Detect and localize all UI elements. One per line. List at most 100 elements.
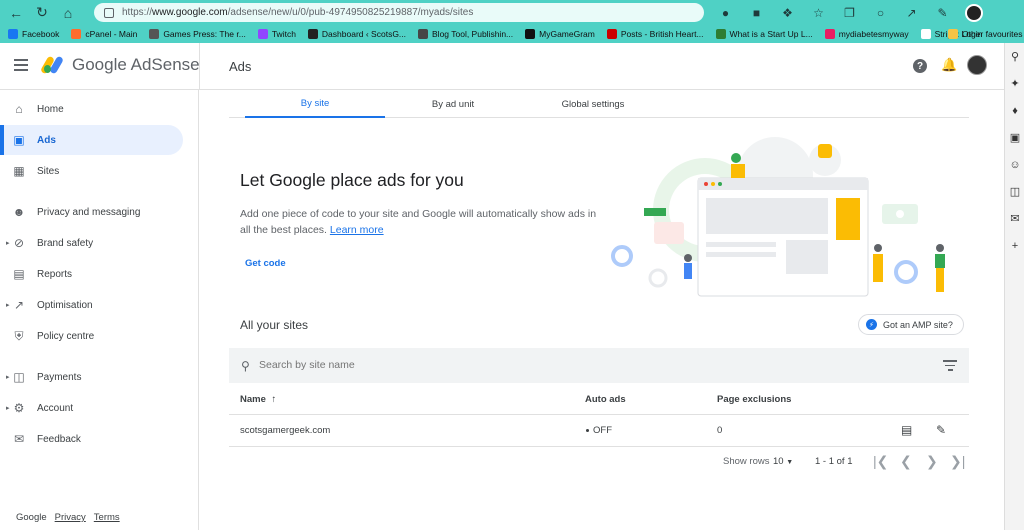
other-favourites[interactable]: Other favourites — [948, 29, 1022, 39]
extension-icon[interactable]: ■ — [747, 3, 766, 22]
people-icon[interactable]: ☺ — [1005, 151, 1024, 178]
edit-pencil-icon[interactable]: ✎ — [936, 423, 946, 437]
tab-by-site[interactable]: By site — [245, 90, 385, 118]
dropdown-arrow-icon: ▼ — [786, 459, 794, 466]
nav-item-policy[interactable]: ⛨ Policy centre — [0, 321, 183, 351]
help-icon[interactable]: ? — [913, 59, 927, 73]
site-name[interactable]: scotsgamergeek.com — [240, 425, 330, 436]
profile-icon[interactable] — [964, 3, 983, 22]
nav-label: Brand safety — [37, 237, 94, 249]
feedback-icon: ✉ — [13, 432, 25, 446]
app-header: Google AdSense Ads ? 🔔 — [0, 43, 1004, 90]
privacy-link[interactable]: Privacy — [55, 512, 86, 523]
amp-button-label: Got an AMP site? — [883, 319, 953, 330]
bookmark-item[interactable]: Posts - British Heart... — [606, 29, 704, 39]
previous-page-icon[interactable]: ❮ — [900, 453, 912, 470]
all-sites-heading: All your sites — [240, 318, 309, 332]
nav-item-reports[interactable]: ▤ Reports — [0, 259, 183, 289]
terms-link[interactable]: Terms — [94, 512, 120, 523]
bookmark-item[interactable]: Blog Tool, Publishin... — [418, 29, 513, 39]
bookmark-label: MyGameGram — [539, 29, 595, 39]
refresh-icon[interactable]: ↻ — [32, 3, 52, 23]
collections-icon[interactable]: ❐ — [840, 3, 859, 22]
adsense-logo-mark — [39, 55, 66, 75]
home-icon[interactable]: ⌂ — [58, 3, 78, 23]
bookmark-item[interactable]: cPanel - Main — [71, 29, 137, 39]
notifications-icon[interactable]: 🔔 — [941, 57, 957, 73]
grammarly-icon[interactable]: ● — [716, 3, 735, 22]
bookmark-item[interactable]: Twitch — [257, 29, 296, 39]
sparkle-icon[interactable]: ✦ — [1005, 70, 1024, 97]
puzzle-icon[interactable]: ❖ — [778, 3, 797, 22]
next-page-icon[interactable]: ❯ — [926, 453, 938, 470]
bookmark-favicon-icon — [257, 29, 268, 39]
nav-item-optimisation[interactable]: ▸ ↗ Optimisation — [0, 290, 183, 320]
tab-by-ad-unit[interactable]: By ad unit — [383, 90, 523, 118]
office-icon[interactable]: ◫ — [1005, 178, 1024, 205]
nav-item-account[interactable]: ▸ ⚙ Account — [0, 393, 183, 423]
outlook-icon[interactable]: ✉ — [1005, 205, 1024, 232]
nav-item-brand-safety[interactable]: ▸ ⊘ Brand safety — [0, 228, 183, 258]
share-icon[interactable]: ↗ — [902, 3, 921, 22]
rows-per-page-select[interactable]: 10 ▼ — [773, 456, 793, 467]
menu-icon[interactable] — [14, 59, 28, 74]
gear-icon: ⚙ — [13, 401, 25, 415]
adsense-logo[interactable]: Google AdSense — [39, 55, 200, 75]
back-icon[interactable]: ← — [6, 3, 26, 23]
policy-shield-icon: ⛨ — [14, 328, 24, 343]
payments-icon: ◫ — [13, 370, 25, 384]
footer-google: Google — [16, 512, 47, 523]
more-icon[interactable]: ✎ — [933, 3, 952, 22]
bookmark-item[interactable]: Games Press: The r... — [149, 29, 246, 39]
hero-description-text: Add one piece of code to your site and G… — [240, 208, 597, 236]
briefcase-icon[interactable]: ▣ — [1005, 124, 1024, 151]
browser-side-panel: ⚲ ✦ ♦ ▣ ☺ ◫ ✉ + — [1004, 43, 1024, 530]
bookmark-item[interactable]: What is a Start Up L... — [715, 29, 813, 39]
nav-item-feedback[interactable]: ✉ Feedback — [0, 424, 183, 454]
tab-global-settings[interactable]: Global settings — [523, 90, 663, 118]
nav-label: Account — [37, 402, 74, 414]
folder-icon — [948, 29, 958, 39]
add-icon[interactable]: + — [1005, 232, 1024, 259]
column-header-name[interactable]: Name ↑ — [240, 394, 276, 405]
tag-icon[interactable]: ♦ — [1005, 97, 1024, 124]
filter-icon[interactable] — [943, 360, 957, 374]
nav-item-home[interactable]: ⌂ Home — [0, 94, 183, 124]
first-page-icon[interactable]: |❮ — [873, 453, 888, 470]
bookmark-label: Games Press: The r... — [163, 29, 246, 39]
security-icon[interactable]: ○ — [871, 3, 890, 22]
url-prefix: https:// — [122, 7, 153, 18]
nav-item-payments[interactable]: ▸ ◫ Payments — [0, 362, 183, 392]
lock-icon — [104, 7, 114, 18]
last-page-icon[interactable]: ❯| — [950, 453, 965, 470]
show-rows-label: Show rows — [723, 456, 770, 467]
app-name: Google AdSense — [72, 55, 200, 74]
bookmark-favicon-icon — [525, 29, 536, 39]
bookmark-item[interactable]: mydiabetesmyway — [824, 29, 909, 39]
bar-chart-icon[interactable]: ▤ — [901, 423, 912, 437]
nav-label: Privacy and messaging — [37, 206, 141, 218]
amp-site-button[interactable]: ⚡ Got an AMP site? — [858, 314, 964, 335]
bookmark-favicon-icon — [149, 29, 160, 39]
nav-item-ads[interactable]: ▣ Ads — [0, 125, 183, 155]
bookmark-favicon-icon — [307, 29, 318, 39]
bookmark-item[interactable]: Facebook — [8, 29, 59, 39]
site-search-input[interactable] — [259, 357, 909, 373]
browser-extensions: ● ■ ❖ ☆ ❐ ○ ↗ ✎ — [716, 3, 983, 22]
bookmark-item[interactable]: Dashboard ‹ ScotsG... — [307, 29, 406, 39]
get-code-button[interactable]: Get code — [245, 258, 286, 269]
address-bar[interactable]: https://www.google.com/adsense/new/u/0/p… — [94, 3, 704, 22]
search-icon[interactable]: ⚲ — [1005, 43, 1024, 70]
account-avatar[interactable] — [967, 55, 987, 75]
bookmark-item[interactable]: MyGameGram — [525, 29, 595, 39]
nav-item-privacy[interactable]: ☻ Privacy and messaging — [0, 197, 183, 227]
hero-description: Add one piece of code to your site and G… — [240, 206, 600, 238]
reports-icon: ▤ — [13, 267, 25, 281]
favorites-icon[interactable]: ☆ — [809, 3, 828, 22]
learn-more-link[interactable]: Learn more — [330, 224, 384, 236]
bookmark-favicon-icon — [8, 29, 18, 39]
trending-icon: ↗ — [13, 298, 25, 312]
nav-label: Home — [37, 103, 64, 115]
nav-item-sites[interactable]: ▦ Sites — [0, 156, 183, 186]
other-favourites-label: Other favourites — [962, 29, 1023, 39]
